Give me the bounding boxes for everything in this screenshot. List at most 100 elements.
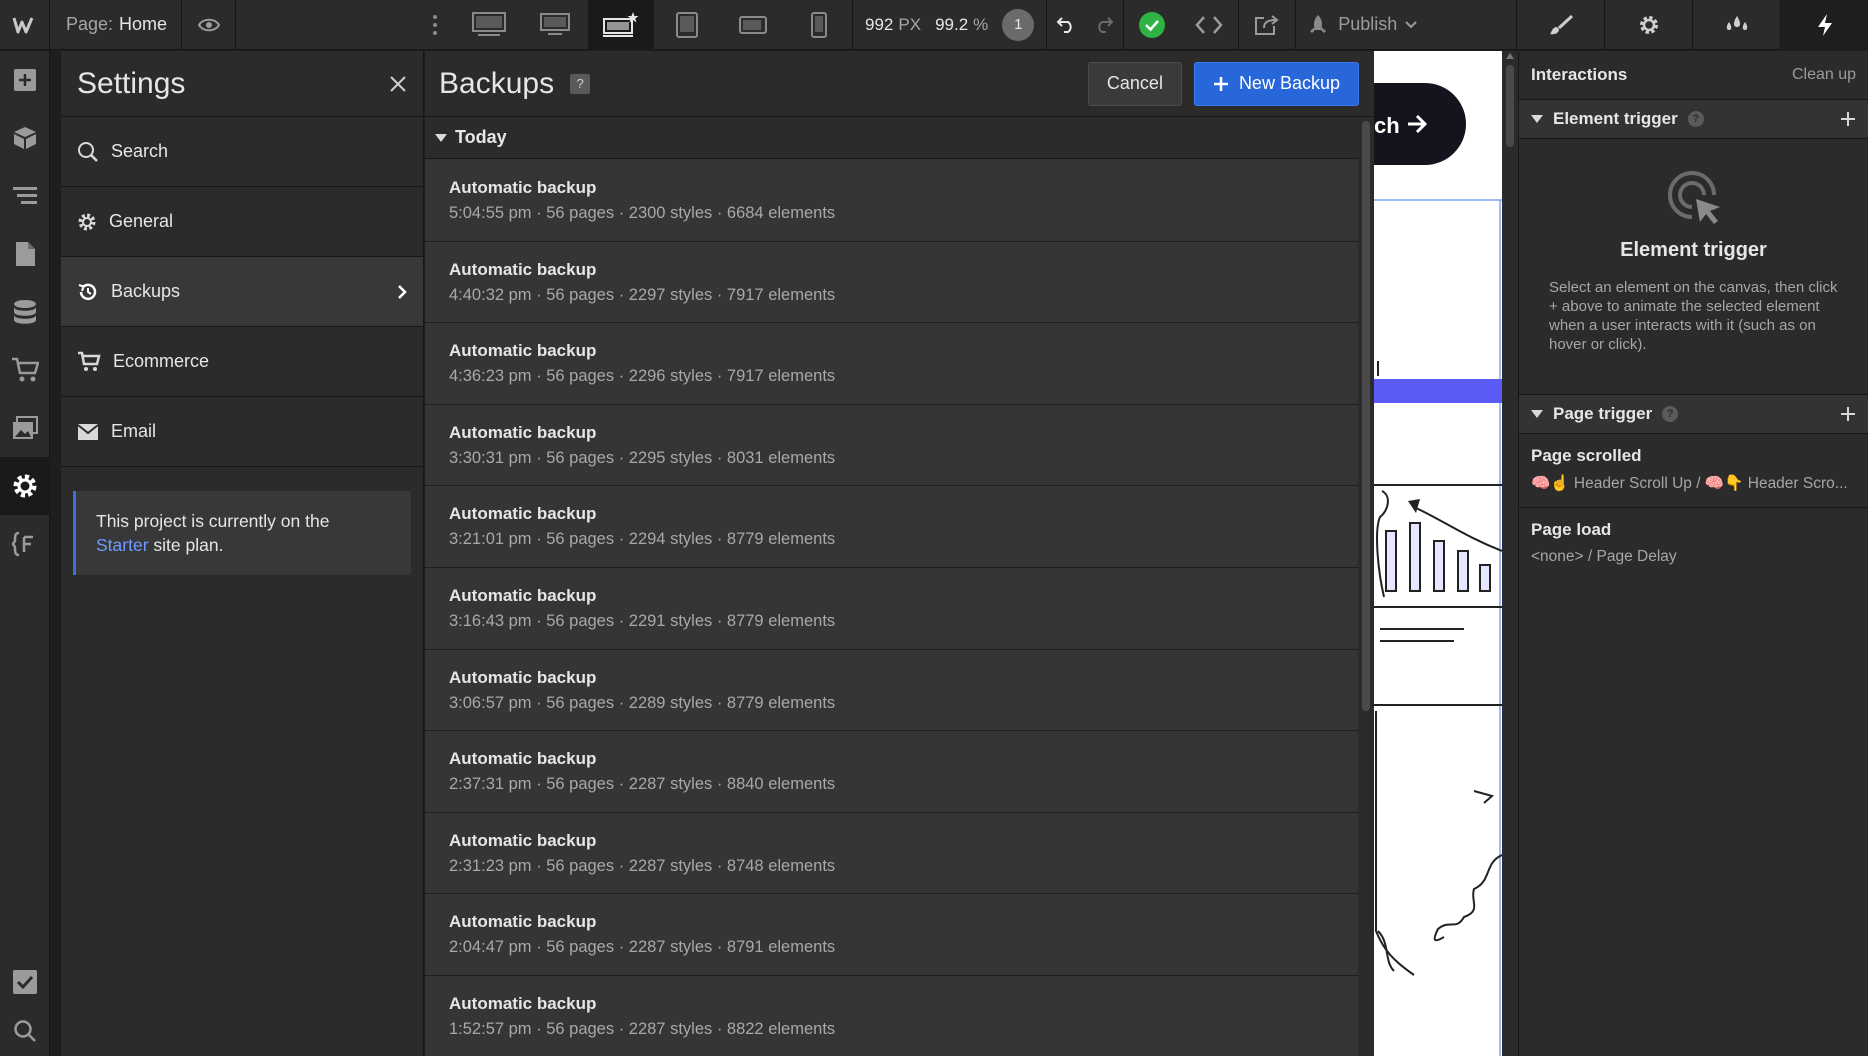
clean-up-link[interactable]: Clean up xyxy=(1792,66,1856,84)
assets-icon[interactable] xyxy=(0,399,50,457)
ecommerce-icon[interactable] xyxy=(0,341,50,399)
new-backup-label: New Backup xyxy=(1238,73,1340,93)
backup-row[interactable]: Automatic backup 2:31:23 pm · 56 pages · … xyxy=(425,812,1358,895)
settings-item-label: Backups xyxy=(111,281,181,301)
settings-item-email[interactable]: Email xyxy=(61,397,423,467)
backup-meta: 4:36:23 pm · 56 pages · 2296 styles · 79… xyxy=(449,367,836,386)
help-icon[interactable]: ? xyxy=(1662,406,1679,422)
caret-down-icon xyxy=(1531,114,1543,124)
width-value[interactable]: 992 xyxy=(865,15,893,35)
settings-gear-icon[interactable] xyxy=(1604,0,1692,50)
page-trigger-name: Page scrolled xyxy=(1531,446,1642,465)
settings-item-label: Ecommerce xyxy=(113,351,210,371)
undo-icon[interactable] xyxy=(1047,0,1085,50)
scroll-thumb[interactable] xyxy=(1506,65,1514,147)
settings-item-backups[interactable]: Backups xyxy=(61,257,423,327)
add-element-trigger-icon[interactable] xyxy=(1840,111,1856,127)
webflow-logo-icon[interactable] xyxy=(0,0,50,50)
settings-item-label: Email xyxy=(111,421,157,441)
caret-down-icon xyxy=(435,133,447,143)
publish-button[interactable]: Publish xyxy=(1296,0,1433,50)
interactions-title: Interactions xyxy=(1531,65,1628,84)
page-trigger-label: Page trigger xyxy=(1553,404,1653,423)
backup-name: Automatic backup xyxy=(449,912,597,932)
backup-row[interactable]: Automatic backup 2:37:31 pm · 56 pages · … xyxy=(425,731,1358,813)
zoom-value[interactable]: 99.2 xyxy=(935,15,968,35)
width-unit: PX xyxy=(898,14,922,34)
desktop-base-icon[interactable] xyxy=(588,0,654,50)
canvas-scrollbar[interactable] xyxy=(1502,51,1518,1056)
export-icon[interactable] xyxy=(1239,0,1295,50)
settings-item-search[interactable]: Search xyxy=(61,117,423,187)
page-selector[interactable]: Page: Home xyxy=(50,0,182,50)
status-check-icon[interactable] xyxy=(1124,0,1180,50)
backups-panel: Backups ? Cancel New Backup Today Automa… xyxy=(425,51,1374,1056)
cms-icon[interactable] xyxy=(0,283,50,341)
gear-icon xyxy=(77,212,97,232)
more-vertical-icon[interactable] xyxy=(432,14,438,36)
element-trigger-header[interactable]: Element trigger ? xyxy=(1519,99,1868,139)
style-manager-drops-icon[interactable] xyxy=(1692,0,1780,50)
code-icon[interactable] xyxy=(1180,0,1238,50)
page-trigger-item[interactable]: Page scrolled 🧠☝ Header Scroll Up / 🧠👇 H… xyxy=(1519,434,1868,508)
search-icon xyxy=(77,141,99,163)
add-icon[interactable] xyxy=(0,51,50,109)
caret-down-icon xyxy=(1531,409,1543,419)
settings-icon[interactable] xyxy=(0,457,50,515)
interactions-bolt-icon[interactable] xyxy=(1780,0,1868,50)
backup-meta: 2:31:23 pm · 56 pages · 2287 styles · 87… xyxy=(449,856,836,875)
page-selector-value: Home xyxy=(119,14,168,34)
variables-icon[interactable] xyxy=(0,515,50,573)
plan-link[interactable]: Starter xyxy=(96,535,149,555)
backup-row[interactable]: Automatic backup 3:16:43 pm · 56 pages · … xyxy=(425,567,1358,650)
add-page-trigger-icon[interactable] xyxy=(1840,406,1856,422)
backup-row[interactable]: Automatic backup 3:30:31 pm · 56 pages · … xyxy=(425,404,1358,487)
close-icon[interactable] xyxy=(389,75,407,93)
chevron-right-icon xyxy=(397,284,407,300)
desktop-icon[interactable] xyxy=(522,0,588,50)
new-backup-button[interactable]: New Backup xyxy=(1193,61,1359,106)
collaborator-count-badge[interactable]: 1 xyxy=(1002,8,1035,41)
backups-scrollbar[interactable] xyxy=(1358,117,1374,1056)
backup-row[interactable]: Automatic backup 4:40:32 pm · 56 pages · … xyxy=(425,241,1358,324)
settings-item-label: Search xyxy=(111,141,169,161)
mobile-portrait-icon[interactable] xyxy=(786,0,852,50)
canvas-button-text: ch xyxy=(1374,113,1400,138)
backup-row[interactable]: Automatic backup 5:04:55 pm · 56 pages · … xyxy=(425,160,1358,242)
backups-title: Backups xyxy=(439,66,555,100)
mobile-landscape-icon[interactable] xyxy=(720,0,786,50)
settings-item-ecommerce[interactable]: Ecommerce xyxy=(61,327,423,397)
backup-row[interactable]: Automatic backup 2:04:47 pm · 56 pages · … xyxy=(425,894,1358,976)
help-icon[interactable]: ? xyxy=(1687,111,1704,127)
backup-row[interactable]: Automatic backup 4:36:23 pm · 56 pages · … xyxy=(425,323,1358,405)
page-trigger-item[interactable]: Page load <none> / Page Delay xyxy=(1519,508,1868,582)
search-icon[interactable] xyxy=(0,1006,50,1056)
element-trigger-empty-title: Element trigger xyxy=(1620,239,1767,261)
zoom-unit: % xyxy=(973,14,989,34)
backup-group-today[interactable]: Today xyxy=(425,117,1358,159)
style-brush-icon[interactable] xyxy=(1516,0,1604,50)
desktop-large-icon[interactable] xyxy=(456,0,522,50)
pages-icon[interactable] xyxy=(0,225,50,283)
backup-row[interactable]: Automatic backup 3:06:57 pm · 56 pages · … xyxy=(425,649,1358,732)
page-trigger-header[interactable]: Page trigger ? xyxy=(1519,394,1868,434)
navigator-icon[interactable] xyxy=(0,167,50,225)
help-icon[interactable]: ? xyxy=(570,73,591,94)
backup-meta: 3:06:57 pm · 56 pages · 2289 styles · 87… xyxy=(449,693,836,712)
tablet-icon[interactable] xyxy=(654,0,720,50)
design-canvas[interactable]: ch xyxy=(1374,51,1502,1056)
preview-eye-icon[interactable] xyxy=(182,0,236,50)
audit-check-icon[interactable] xyxy=(0,958,50,1006)
redo-icon[interactable] xyxy=(1085,0,1123,50)
settings-panel: Settings Search General Backups Ecommerc… xyxy=(61,51,424,1056)
element-trigger-empty-state: Element trigger Select an element on the… xyxy=(1519,139,1868,394)
backup-row[interactable]: Automatic backup 1:52:57 pm · 56 pages · … xyxy=(425,975,1358,1056)
backup-row[interactable]: Automatic backup 3:21:01 pm · 56 pages · … xyxy=(425,486,1358,568)
publish-label: Publish xyxy=(1338,14,1398,34)
scroll-thumb[interactable] xyxy=(1362,121,1370,711)
settings-item-general[interactable]: General xyxy=(61,187,423,257)
cancel-button[interactable]: Cancel xyxy=(1087,61,1182,106)
scroll-up-icon[interactable] xyxy=(1506,53,1514,59)
components-icon[interactable] xyxy=(0,109,50,167)
backup-meta: 1:52:57 pm · 56 pages · 2287 styles · 88… xyxy=(449,1019,836,1038)
